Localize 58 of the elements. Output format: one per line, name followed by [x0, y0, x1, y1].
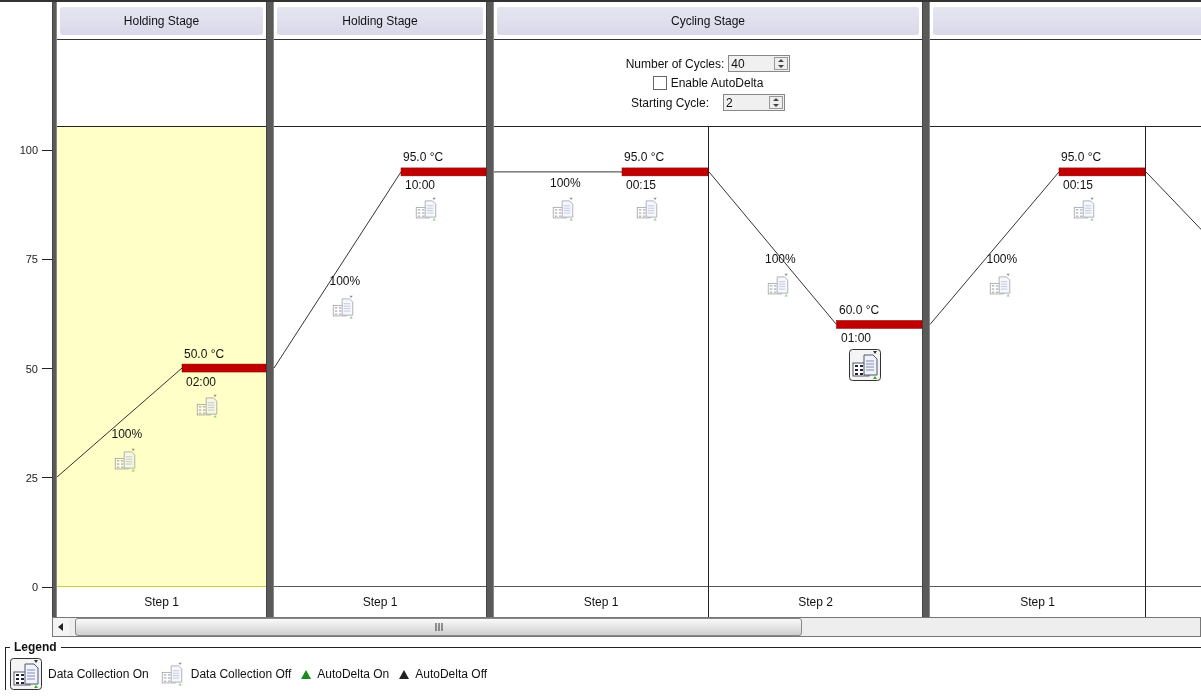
field-label: Number of Cycles:: [625, 56, 725, 71]
ramp-rate-label: 100%: [550, 176, 581, 190]
triangle-icon: [301, 669, 312, 679]
temperature-label: 50.0 °C: [184, 346, 225, 361]
checkbox-label: Enable AutoDelta: [670, 76, 764, 90]
axis-tick-label: 100: [19, 144, 38, 157]
hold-time-label: 00:15: [626, 178, 657, 192]
scroll-left-icon[interactable]: [58, 623, 64, 631]
data-collection-on-icon[interactable]: [10, 658, 42, 690]
step-label: Step 2: [798, 595, 833, 609]
temperature-label: 60.0 °C: [839, 302, 880, 317]
ramp-rate-label: 100%: [765, 252, 796, 267]
stage-header[interactable]: Holding Stage: [277, 6, 483, 35]
starting-cycle-spinner[interactable]: 2: [723, 94, 785, 111]
temperature-label: 95.0 °C: [624, 150, 665, 164]
axis-tick-label: 25: [25, 471, 38, 484]
hold-bar[interactable]: [621, 167, 709, 177]
axis-tick-label: 50: [25, 362, 38, 375]
data-collection-off-icon[interactable]: [194, 392, 220, 419]
grip-icon: [433, 623, 444, 631]
step-label: Step 1: [1020, 595, 1055, 609]
hold-bar[interactable]: [181, 363, 267, 373]
step-plot-area[interactable]: 50.0 °C 02:00 100%: [57, 127, 266, 587]
data-collection-off-icon[interactable]: [634, 196, 660, 222]
stage-header[interactable]: [933, 6, 1201, 35]
ramp-rate-label: 100%: [986, 252, 1018, 267]
hold-bar[interactable]: [1058, 167, 1146, 177]
hold-time-label: 02:00: [186, 374, 217, 389]
data-collection-off-icon[interactable]: [413, 196, 439, 222]
autodelta-checkbox[interactable]: [652, 76, 667, 90]
data-collection-off-icon[interactable]: [550, 196, 576, 222]
hold-bar[interactable]: [400, 167, 487, 177]
temperature-label: 95.0 °C: [403, 150, 444, 164]
temperature-label: 95.0 °C: [1061, 150, 1102, 164]
triangle-icon: [399, 669, 410, 679]
legend-label: AutoDelta Off: [415, 667, 488, 681]
hold-time-label: 01:00: [841, 330, 872, 345]
step-label: Step 1: [362, 595, 398, 609]
ramp-rate-label: 100%: [111, 427, 143, 442]
stage-header[interactable]: Cycling Stage: [497, 6, 919, 35]
stage-header[interactable]: Holding Stage: [60, 6, 263, 35]
ramp-rate-label: 100%: [329, 274, 361, 289]
legend-label: Data Collection On: [48, 667, 149, 681]
step-label: Step 1: [144, 595, 179, 609]
data-collection-off-icon[interactable]: [1071, 196, 1097, 222]
axis-tick-label: 75: [25, 253, 38, 266]
legend-label: Data Collection Off: [190, 667, 292, 681]
field-label: Starting Cycle:: [631, 95, 709, 110]
legend-label: AutoDelta On: [317, 667, 390, 681]
hold-time-label: 10:00: [405, 178, 436, 192]
axis-tick-label: 0: [31, 581, 38, 593]
legend-title: Legend: [13, 640, 58, 654]
hold-time-label: 00:15: [1063, 178, 1094, 192]
cycles-spinner[interactable]: 40: [728, 55, 791, 72]
data-collection-on-icon[interactable]: [849, 348, 881, 381]
horizontal-scrollbar[interactable]: [52, 617, 1201, 637]
step-label: Step 1: [583, 595, 619, 609]
data-collection-off-icon[interactable]: [765, 272, 791, 299]
